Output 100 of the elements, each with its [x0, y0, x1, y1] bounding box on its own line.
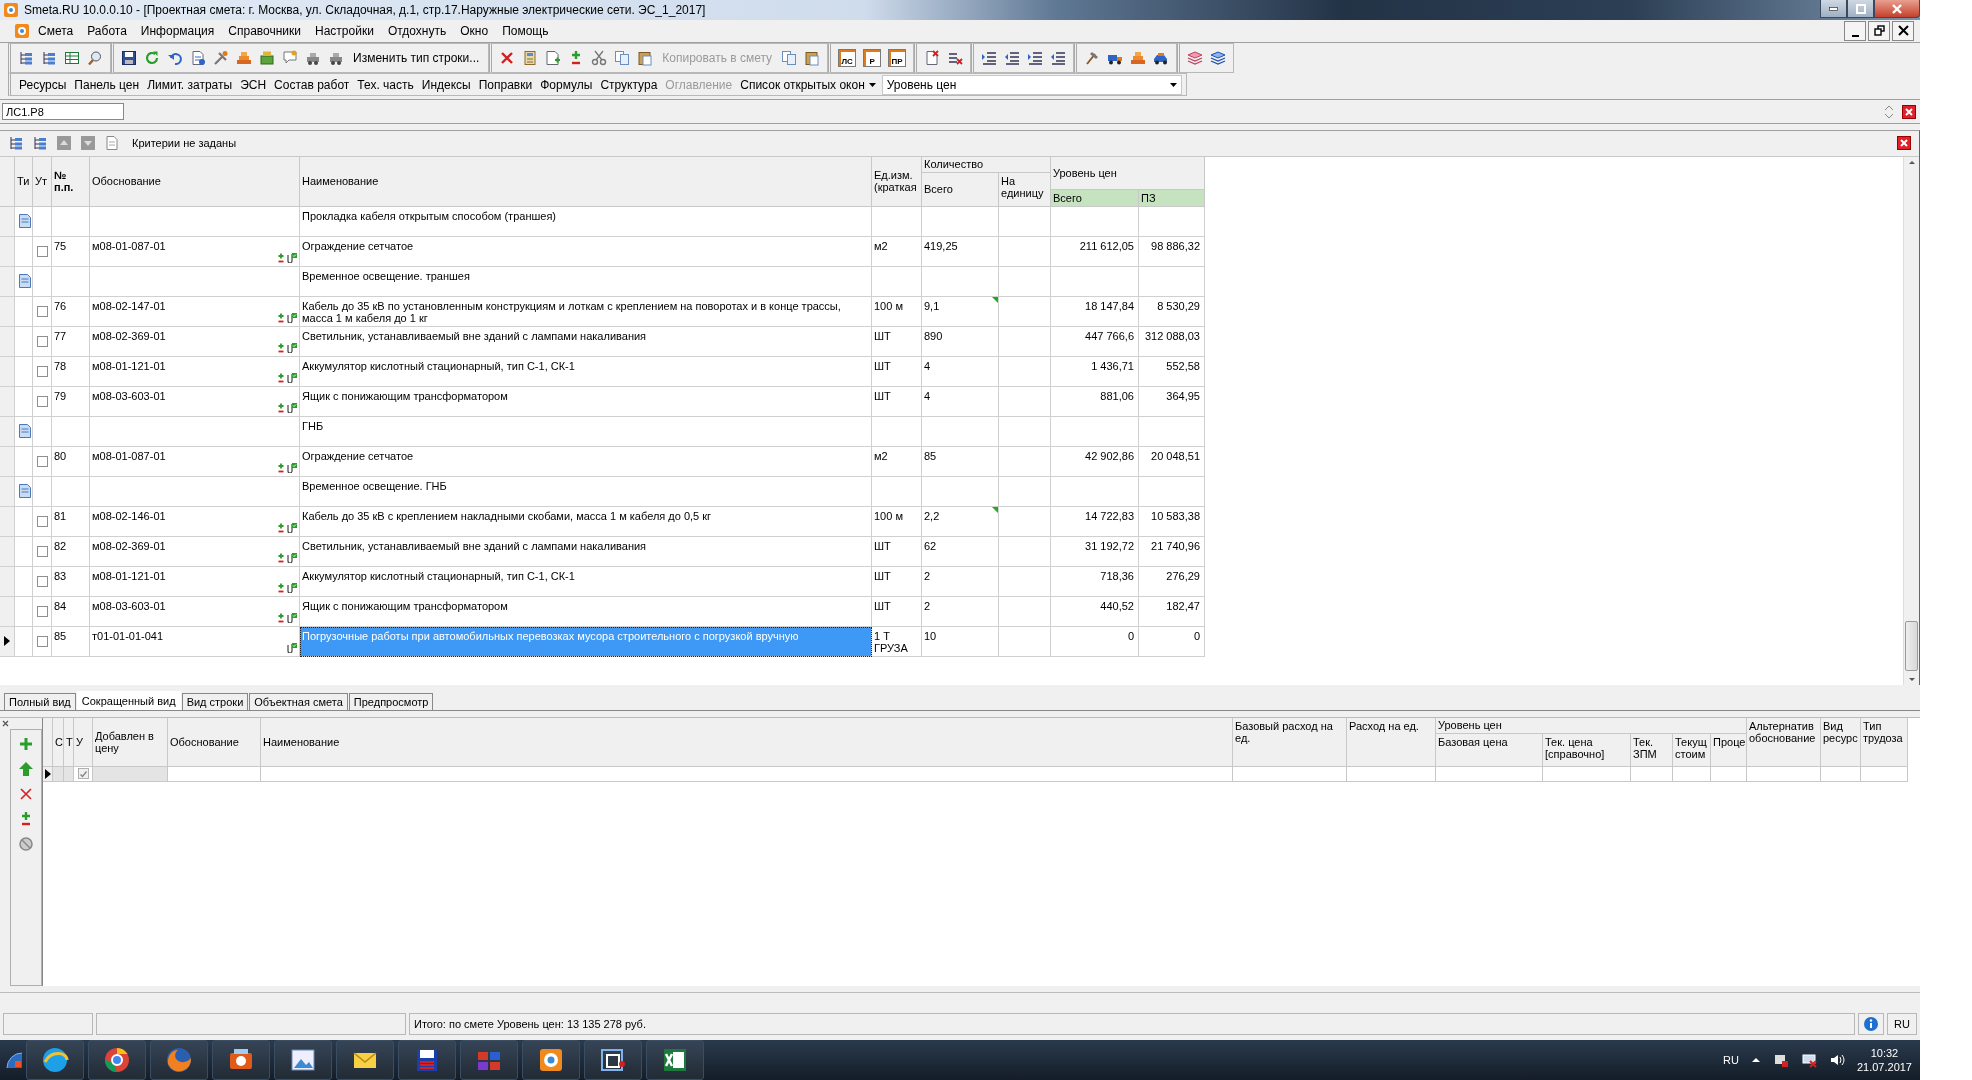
close-button[interactable]	[1897, 136, 1911, 151]
hammer-icon[interactable]	[1084, 50, 1101, 66]
machine-icon[interactable]	[328, 50, 344, 66]
panel-button[interactable]: Структура	[596, 75, 662, 94]
collapse-all-icon[interactable]	[32, 135, 48, 152]
minimize-button[interactable]	[1820, 0, 1847, 18]
delete-icon[interactable]	[18, 785, 34, 802]
tree-icon[interactable]	[18, 50, 34, 66]
checkbox[interactable]	[36, 605, 48, 617]
view-tab[interactable]: Объектная смета	[249, 692, 348, 710]
taskbar-button[interactable]	[336, 1040, 394, 1080]
menu-item[interactable]: Смета	[32, 21, 80, 40]
car-icon[interactable]	[1153, 50, 1170, 66]
panel-button[interactable]: Индексы	[417, 75, 475, 94]
close-button[interactable]	[1874, 0, 1920, 18]
checkbox[interactable]	[36, 365, 48, 377]
copy-icon[interactable]	[781, 50, 798, 66]
taskbar-button[interactable]	[26, 1040, 84, 1080]
panel-button[interactable]: Формулы	[536, 75, 597, 94]
up-arrow-icon[interactable]	[18, 760, 34, 777]
menu-item[interactable]: Информация	[134, 21, 221, 40]
report-button[interactable]: ПР	[888, 49, 907, 67]
checkbox[interactable]	[36, 455, 48, 467]
start-icon[interactable]	[6, 1052, 22, 1068]
search-icon[interactable]	[87, 50, 103, 66]
report-button[interactable]: Р	[863, 49, 882, 67]
taskbar-button[interactable]	[584, 1040, 642, 1080]
taskbar-button[interactable]	[646, 1040, 704, 1080]
addpage-icon[interactable]	[545, 50, 562, 66]
outdent-icon[interactable]	[1050, 50, 1067, 66]
view-tab[interactable]: Сокращенный вид	[76, 690, 181, 710]
report-button[interactable]: ЛС	[838, 49, 857, 67]
open-windows-button[interactable]: Список открытых окон	[736, 75, 869, 94]
checkbox[interactable]	[36, 545, 48, 557]
scrollbar-thumb[interactable]	[1905, 620, 1918, 671]
blocked-icon[interactable]	[18, 835, 34, 852]
taskbar-button[interactable]	[398, 1040, 456, 1080]
panel-button[interactable]: Ресурсы	[15, 75, 71, 94]
bricks-icon[interactable]	[236, 50, 252, 66]
panel-button[interactable]: Панель цен	[70, 75, 144, 94]
bookr-icon[interactable]	[1187, 50, 1204, 66]
taskbar-button[interactable]	[274, 1040, 332, 1080]
menu-item[interactable]: Помощь	[496, 21, 555, 40]
paste-icon[interactable]	[637, 50, 654, 66]
copy-icon[interactable]	[614, 50, 631, 66]
checkbox[interactable]	[36, 395, 48, 407]
panel-button[interactable]: Состав работ	[270, 75, 354, 94]
checkbox[interactable]	[36, 635, 48, 647]
indent-icon[interactable]	[1027, 50, 1044, 66]
paste-icon[interactable]	[804, 50, 821, 66]
close-button[interactable]	[1902, 104, 1916, 119]
delpage-icon[interactable]	[924, 50, 941, 66]
panel-button[interactable]: Тех. часть	[353, 75, 418, 94]
menu-item[interactable]: Работа	[81, 21, 133, 40]
panel-button[interactable]: Поправки	[474, 75, 537, 94]
listdel-icon[interactable]	[947, 50, 964, 66]
page-icon[interactable]	[190, 50, 206, 66]
menu-item[interactable]: Справочники	[222, 21, 308, 40]
checkbox[interactable]	[36, 335, 48, 347]
close-button[interactable]	[1892, 20, 1914, 41]
view-tab[interactable]: Предпросмотр	[348, 692, 434, 710]
scissors-icon[interactable]	[591, 50, 608, 66]
menu-item[interactable]: Отдохнуть	[381, 21, 453, 40]
checkbox[interactable]	[77, 768, 89, 780]
taskbar-button[interactable]	[212, 1040, 270, 1080]
menu-item[interactable]: Окно	[454, 21, 495, 40]
price-level-select[interactable]: Уровень цен	[881, 74, 1182, 95]
tools-icon[interactable]	[213, 50, 229, 66]
add-icon[interactable]	[18, 735, 34, 752]
checkbox[interactable]	[36, 305, 48, 317]
menu-item[interactable]: Настройки	[309, 21, 380, 40]
checkbox[interactable]	[36, 515, 48, 527]
outdent-icon[interactable]	[1004, 50, 1021, 66]
grid-icon[interactable]	[64, 50, 80, 66]
bookb-icon[interactable]	[1210, 50, 1227, 66]
restore-button[interactable]	[1868, 20, 1890, 41]
view-tab[interactable]: Вид строки	[181, 692, 249, 710]
panel-button[interactable]: Лимит. затраты	[143, 75, 237, 94]
checkbox[interactable]	[36, 245, 48, 257]
calc-icon[interactable]	[522, 50, 539, 66]
view-tab[interactable]: Полный вид	[4, 692, 76, 710]
panel-button[interactable]: ЭСН	[236, 75, 271, 94]
address-field[interactable]: ЛС1.Р8	[2, 103, 124, 120]
chat-icon[interactable]	[282, 50, 298, 66]
undo-icon[interactable]	[167, 50, 183, 66]
delete-icon[interactable]	[499, 50, 516, 66]
taskbar-button[interactable]	[88, 1040, 146, 1080]
refresh-icon[interactable]	[144, 50, 160, 66]
scrollbar[interactable]	[1903, 156, 1919, 685]
language-indicator[interactable]: RU	[1723, 1054, 1739, 1066]
expand-all-icon[interactable]	[8, 135, 24, 152]
bricks-icon[interactable]	[1130, 50, 1147, 66]
minimize-button[interactable]	[1844, 20, 1866, 41]
save-icon[interactable]	[121, 50, 137, 66]
box-icon[interactable]	[259, 50, 275, 66]
machine-icon[interactable]	[305, 50, 321, 66]
indent-icon[interactable]	[981, 50, 998, 66]
tree-icon[interactable]	[41, 50, 57, 66]
checkbox[interactable]	[36, 575, 48, 587]
change-row-type-button[interactable]: Изменить тип строки...	[351, 51, 482, 65]
